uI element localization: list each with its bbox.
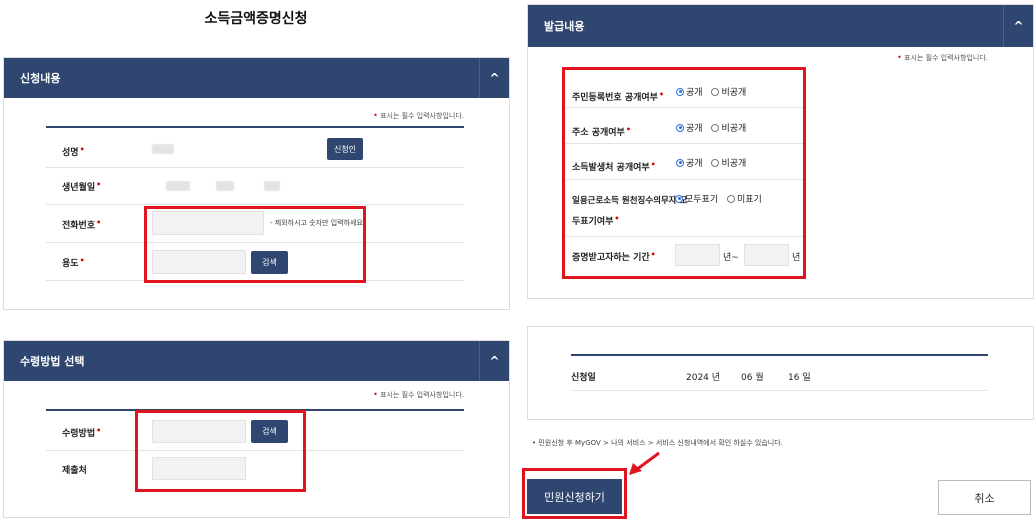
- purpose-label: 용도•: [62, 256, 85, 269]
- collapse-chevron-icon[interactable]: ^: [1003, 5, 1033, 47]
- apply-date-month: 06 월: [741, 373, 764, 383]
- issuance-panel-header[interactable]: 발급내용 ^: [528, 5, 1033, 47]
- name-value-redacted: [152, 144, 174, 154]
- application-panel-header[interactable]: 신청내용 ^: [4, 58, 509, 98]
- highlight-box-receipt: [135, 410, 306, 492]
- birth-day-redacted: [264, 181, 280, 191]
- highlight-box-phone-purpose: [144, 206, 366, 283]
- required-note: • 표시는 필수 입력사항입니다.: [897, 53, 988, 62]
- receipt-panel-title: 수령방법 선택: [20, 355, 85, 368]
- apply-date-label: 신청일: [571, 373, 596, 383]
- row-divider: [571, 390, 988, 391]
- notice-text: • 민원신청 후 MyGOV > 나의 서비스 > 서비스 신청내역에서 확인 …: [532, 439, 783, 447]
- birth-month-redacted: [216, 181, 234, 191]
- birth-label: 생년월일•: [62, 180, 102, 193]
- red-arrow-icon: [629, 451, 660, 475]
- required-note: • 표시는 필수 입력사항입니다.: [373, 390, 464, 399]
- apply-date-year: 2024 년: [686, 373, 721, 383]
- collapse-chevron-icon[interactable]: ^: [479, 58, 509, 98]
- receipt-method-label: 수령방법•: [62, 426, 102, 439]
- applicant-auth-button[interactable]: 신청인: [327, 138, 363, 160]
- receipt-panel-header[interactable]: 수령방법 선택 ^: [4, 341, 509, 381]
- table-top-line: [46, 126, 464, 128]
- submit-to-label: 제출처: [62, 466, 87, 476]
- apply-date-panel: [527, 326, 1034, 420]
- required-note: • 표시는 필수 입력사항입니다.: [373, 111, 464, 120]
- table-top-line: [571, 354, 988, 356]
- issuance-panel-title: 발급내용: [544, 20, 585, 33]
- highlight-box-issuance: [562, 67, 806, 279]
- phone-label: 전화번호•: [62, 218, 102, 231]
- row-divider: [46, 204, 464, 205]
- apply-date-day: 16 일: [788, 373, 811, 383]
- page-title: 소득금액증명신청: [204, 11, 308, 27]
- birth-year-redacted: [166, 181, 190, 191]
- collapse-chevron-icon[interactable]: ^: [479, 341, 509, 381]
- application-panel-title: 신청내용: [20, 72, 61, 85]
- cancel-button[interactable]: 취소: [938, 480, 1031, 515]
- row-divider: [46, 167, 464, 168]
- name-label: 성명•: [62, 145, 85, 158]
- submit-application-button[interactable]: 민원신청하기: [527, 479, 622, 514]
